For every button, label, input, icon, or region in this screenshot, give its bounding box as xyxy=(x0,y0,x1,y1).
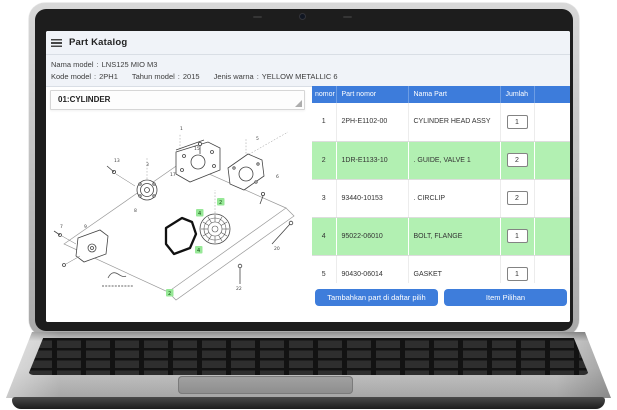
svg-text:4: 4 xyxy=(198,211,201,217)
app-title: Part Katalog xyxy=(69,37,127,48)
svg-text:8: 8 xyxy=(134,208,137,214)
nama-model-label: Nama model xyxy=(51,60,94,69)
microphone-slot-right xyxy=(343,16,352,18)
action-buttons: Tambahkan part di daftar pilih Item Pili… xyxy=(312,289,570,307)
svg-text:4: 4 xyxy=(197,248,200,254)
svg-text:5: 5 xyxy=(256,136,259,142)
jenis-warna-label: Jenis warna xyxy=(214,72,254,81)
col-nama-part: Nama Part xyxy=(408,86,500,103)
kode-model-value: 2PH1 xyxy=(99,72,118,81)
app-header-bar: Part Katalog xyxy=(46,31,570,55)
app-screen: Part Katalog Nama model:LNS125 MIO M3 Ko… xyxy=(46,31,570,322)
jenis-warna-value: YELLOW METALLIC 6 xyxy=(262,72,338,81)
model-info-panel: Nama model:LNS125 MIO M3 Kode model:2PH1… xyxy=(46,55,570,87)
svg-text:17: 17 xyxy=(170,172,176,178)
svg-text:2: 2 xyxy=(219,200,222,206)
keyboard xyxy=(28,338,589,375)
model-info-row1: Nama model:LNS125 MIO M3 xyxy=(51,59,570,71)
part-row[interactable]: 2 1DR-E1133-10 . GUIDE, VALVE 1 2 xyxy=(312,141,570,179)
laptop-bezel: Part Katalog Nama model:LNS125 MIO M3 Ko… xyxy=(35,9,573,331)
microphone-slot-left xyxy=(253,16,262,18)
resize-handle-icon xyxy=(295,100,302,107)
laptop-base-bottom xyxy=(12,397,605,409)
nama-model-value: LNS125 MIO M3 xyxy=(102,60,158,69)
tahun-model-label: Tahun model xyxy=(132,72,175,81)
model-info-row2: Kode model:2PH1 Tahun model:2015 Jenis w… xyxy=(51,71,570,83)
part-row[interactable]: 1 2PH-E1102-00 CYLINDER HEAD ASSY 1 xyxy=(312,103,570,141)
laptop-mockup: Part Katalog Nama model:LNS125 MIO M3 Ko… xyxy=(0,0,617,410)
add-part-button[interactable]: Tambahkan part di daftar pilih xyxy=(315,289,438,306)
section-title: 01:CYLINDER xyxy=(58,95,110,104)
svg-text:15: 15 xyxy=(194,146,200,152)
qty-box[interactable]: 1 xyxy=(507,115,528,129)
qty-box[interactable]: 1 xyxy=(507,229,528,243)
selected-items-button[interactable]: Item Pilihan xyxy=(444,289,567,306)
tahun-model-value: 2015 xyxy=(183,72,200,81)
col-nomor: nomor xyxy=(312,86,336,103)
part-row[interactable]: 4 95022-06010 BOLT, FLANGE 1 xyxy=(312,217,570,255)
parts-diagram: 135 1368 9720 221715 2 xyxy=(50,116,305,314)
menu-icon[interactable] xyxy=(51,39,62,47)
table-header-row: nomor Part nomor Nama Part Jumlah xyxy=(312,86,570,103)
parts-table: nomor Part nomor Nama Part Jumlah 1 xyxy=(312,86,570,283)
svg-text:20: 20 xyxy=(274,246,280,252)
svg-text:3: 3 xyxy=(146,162,149,168)
section-selector[interactable]: 01:CYLINDER xyxy=(50,90,305,110)
diagram-panel: 01:CYLINDER xyxy=(50,90,305,110)
svg-text:1: 1 xyxy=(180,126,183,132)
svg-text:7: 7 xyxy=(60,224,63,230)
trackpad xyxy=(178,376,353,394)
svg-text:13: 13 xyxy=(114,158,120,164)
part-row[interactable]: 3 93440-10153 . CIRCLIP 2 xyxy=(312,179,570,217)
svg-text:9: 9 xyxy=(84,224,87,230)
col-empty xyxy=(534,86,570,103)
svg-text:2: 2 xyxy=(168,291,171,297)
webcam xyxy=(299,13,306,20)
col-jumlah: Jumlah xyxy=(500,86,534,103)
laptop-screen-frame: Part Katalog Nama model:LNS125 MIO M3 Ko… xyxy=(29,3,579,336)
qty-box[interactable]: 2 xyxy=(507,191,528,205)
main-content: 01:CYLINDER xyxy=(46,87,570,322)
col-part-nomor: Part nomor xyxy=(336,86,408,103)
svg-text:6: 6 xyxy=(276,174,279,180)
qty-box[interactable]: 2 xyxy=(507,153,528,167)
part-row[interactable]: 5 90430-06014 GASKET 1 xyxy=(312,255,570,283)
svg-text:22: 22 xyxy=(236,286,242,292)
kode-model-label: Kode model xyxy=(51,72,91,81)
qty-box[interactable]: 1 xyxy=(507,267,528,281)
